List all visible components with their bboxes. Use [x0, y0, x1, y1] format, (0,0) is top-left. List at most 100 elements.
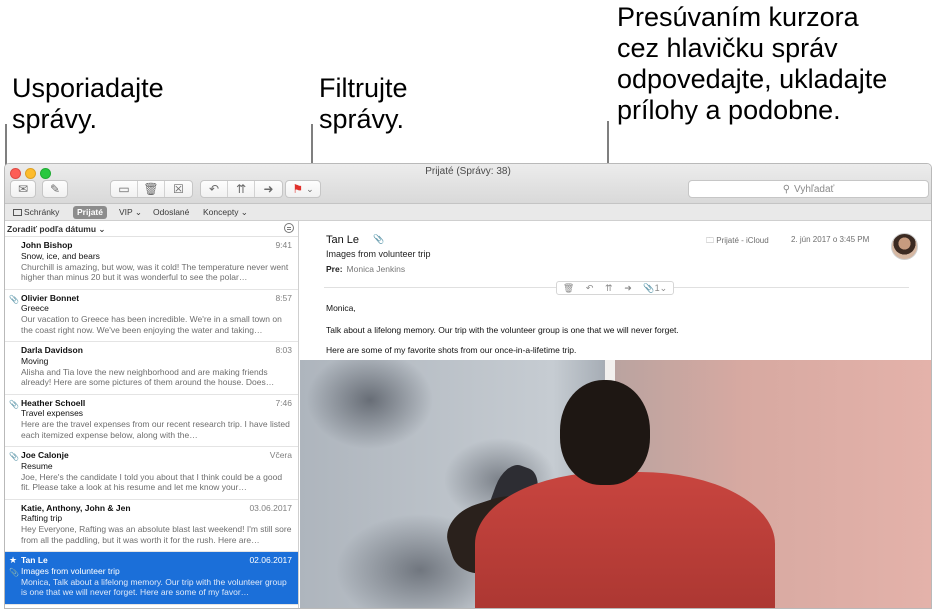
message-row[interactable]: 📎 Olivier Bonnet 8:57 Greece Our vacatio… [5, 290, 298, 342]
favorite-sent[interactable]: Odoslané [149, 206, 193, 219]
message-subject: Images from volunteer trip [21, 565, 120, 576]
message-sender: John Bishop [21, 240, 73, 250]
callout-sort-messages: Usporiadajte správy. [12, 73, 164, 134]
favorite-drafts[interactable]: Koncepty ⌄ [199, 206, 252, 219]
message-sender: Heather Schoell [21, 397, 86, 408]
trash-icon: 🗑 [143, 182, 159, 196]
to-label: Pre: [326, 264, 343, 274]
message-body-line: Monica, [326, 303, 356, 313]
message-sender: Joe Calonje [21, 450, 69, 460]
message-preview: Hey Everyone, Rafting was an absolute bl… [21, 524, 292, 545]
flag-button[interactable]: ⚑ ⌄ [285, 180, 321, 198]
message-subject: Travel expenses [21, 408, 84, 419]
envelope-icon: ✉ [17, 182, 29, 196]
archive-delete-junk-group: ▭ 🗑 ☒ [110, 180, 193, 198]
mailboxes-button[interactable]: Schránky [9, 206, 63, 219]
archive-button[interactable]: ▭ [111, 181, 138, 197]
star-icon: ★ [9, 555, 18, 565]
mailbox-label: Prijaté - iCloud [716, 236, 769, 245]
message-preview: Monica, Talk about a lifelong memory. Ou… [21, 576, 287, 598]
message-row[interactable]: John Bishop 9:41 Snow, ice, and bears Ch… [5, 237, 298, 290]
reply-icon[interactable]: ↶ [586, 283, 594, 294]
flag-icon: ⚑ [292, 182, 304, 196]
reply-all-icon: ⇈ [235, 182, 247, 196]
reply-all-icon[interactable]: ⇈ [605, 283, 613, 294]
message-row[interactable]: 📎 Heather Schoell 7:46 Travel expenses H… [5, 395, 298, 447]
message-subject: Rafting trip [21, 513, 63, 524]
forward-icon[interactable]: ➜ [624, 283, 632, 294]
message-preview: Here are the travel expenses from our re… [21, 419, 290, 440]
message-preview: Alisha and Tia love the new neighborhood… [21, 366, 275, 388]
compose-button[interactable]: ✎ [42, 180, 68, 198]
attachment-icon: 📎 [9, 568, 19, 577]
callout-filter-messages: Filtrujte správy. [319, 73, 408, 134]
reading-pane: Tan Le 📎 Images from volunteer trip Pre:… [300, 221, 931, 608]
search-placeholder: Vyhľadať [794, 183, 835, 195]
paperclip-icon: 📎 [373, 234, 385, 244]
message-datetime: 2. jún 2017 o 3:45 PM [791, 235, 870, 244]
folder-icon: 🗀 [706, 236, 714, 245]
chevron-down-icon: ⌄ [306, 183, 314, 194]
message-row[interactable]: Katie, Anthony, John & Jen 03.06.2017 Ra… [5, 500, 298, 552]
delete-button[interactable]: 🗑 [138, 181, 165, 197]
favorite-inbox[interactable]: Prijaté [73, 206, 107, 219]
message-sender: Darla Davidson [21, 345, 83, 355]
sort-by-date-button[interactable]: Zoradiť podľa dátumu ⌄ [5, 221, 298, 237]
message-recipient: Pre: Monica Jenkins [326, 264, 405, 274]
search-field[interactable]: ⚲ Vyhľadať [688, 180, 929, 198]
message-preview: Joe, Here's the candidate I told you abo… [21, 471, 283, 493]
message-body-line: Talk about a lifelong memory. Our trip w… [326, 325, 679, 335]
callout-header-actions: Presúvaním kurzora cez hlavičku správ od… [617, 2, 888, 125]
reply-button[interactable]: ↶ [201, 181, 228, 197]
toolbar: Prijaté (Správy: 38) ✉ ✎ ▭ 🗑 ☒ ↶ ⇈ ➜ ⚑ ⌄… [5, 164, 931, 204]
attached-photo[interactable] [300, 360, 931, 608]
mail-window: Prijaté (Správy: 38) ✉ ✎ ▭ 🗑 ☒ ↶ ⇈ ➜ ⚑ ⌄… [4, 163, 932, 609]
message-row[interactable]: Darla Davidson 8:03 Moving Alisha and Ti… [5, 342, 298, 395]
sort-label: Zoradiť podľa dátumu ⌄ [7, 224, 106, 234]
message-row-selected[interactable]: ★ 📎 Tan Le 02.06.2017 Images from volunt… [5, 552, 298, 605]
archive-icon: ▭ [118, 182, 130, 196]
trash-icon[interactable]: 🗑 [563, 283, 574, 294]
reply-all-button[interactable]: ⇈ [228, 181, 255, 197]
filter-icon[interactable] [284, 223, 294, 233]
compose-icon: ✎ [49, 182, 61, 196]
message-list: Zoradiť podľa dátumu ⌄ John Bishop 9:41 … [5, 221, 299, 608]
avatar [891, 233, 918, 260]
message-sender: Katie, Anthony, John & Jen [21, 502, 131, 513]
message-date: 7:46 [275, 397, 292, 408]
message-sender: Tan Le [21, 555, 48, 565]
to-value: Monica Jenkins [346, 264, 406, 274]
message-subject-header: Images from volunteer trip [326, 249, 431, 259]
message-mailbox: 🗀 Prijaté - iCloud [706, 235, 769, 249]
message-subject: Greece [21, 303, 49, 314]
message-date: 02.06.2017 [249, 555, 292, 565]
forward-button[interactable]: ➜ [255, 181, 282, 197]
favorite-vip[interactable]: VIP ⌄ [115, 206, 146, 219]
message-subject: Snow, ice, and bears [21, 250, 100, 261]
attachment-save-button[interactable]: 📎1⌄ [643, 283, 667, 294]
favorites-bar: Schránky Prijaté VIP ⌄ Odoslané Koncepty… [5, 204, 931, 221]
attachment-icon: 📎 [9, 294, 19, 304]
message-from: Tan Le [326, 234, 360, 246]
attachment-icon: 📎 [9, 452, 19, 461]
paperclip-icon: 📎 [643, 282, 655, 293]
window-title: Prijaté (Správy: 38) [425, 166, 511, 177]
forward-icon: ➜ [263, 182, 274, 196]
message-date: 8:57 [275, 292, 292, 303]
search-icon: ⚲ [782, 183, 791, 195]
mailboxes-label: Schránky [24, 207, 60, 217]
message-date: 9:41 [275, 240, 292, 250]
junk-button[interactable]: ☒ [165, 181, 192, 197]
attachment-icon: 📎 [9, 399, 19, 409]
message-subject: Resume [21, 460, 53, 471]
message-preview: Our vacation to Greece has been incredib… [21, 314, 282, 335]
message-row[interactable]: 📎 Joe Calonje Včera Resume Joe, Here's t… [5, 447, 298, 500]
photo-person-head [560, 380, 650, 485]
message-date: 8:03 [275, 345, 292, 355]
sidebar-icon [13, 209, 22, 216]
chevron-down-icon: ⌄ [659, 282, 668, 293]
header-action-bar: 🗑 ↶ ⇈ ➜ 📎1⌄ [556, 281, 674, 295]
message-sender: Olivier Bonnet [21, 292, 80, 303]
get-mail-button[interactable]: ✉ [10, 180, 36, 198]
message-preview: Churchill is amazing, but wow, was it co… [21, 261, 289, 283]
